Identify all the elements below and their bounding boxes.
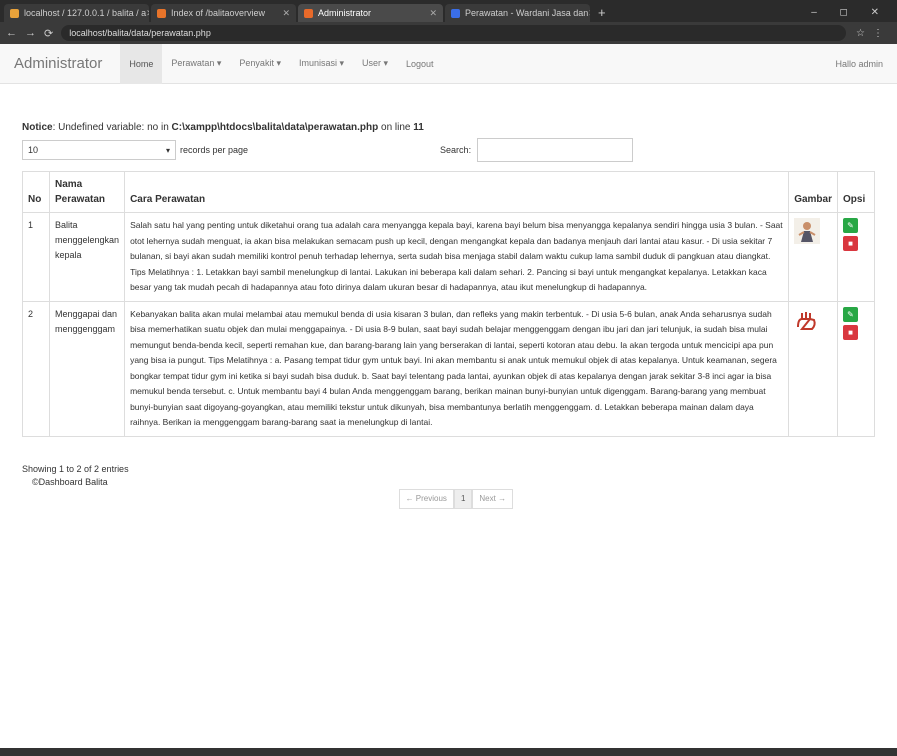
tab-favicon-icon (304, 8, 313, 18)
table-controls: 10 ▾ records per page Search: (22, 137, 875, 163)
cell-nama: Balita menggelengkan kepala (48, 212, 126, 302)
tab-close-icon[interactable]: ✕ (429, 8, 437, 19)
search-input[interactable] (477, 138, 634, 162)
nav-home[interactable]: Home (120, 43, 163, 84)
notice-line: 11 (413, 122, 424, 133)
cell-gambar (788, 212, 838, 302)
url-input[interactable]: localhost/balita/data/perawatan.php (61, 25, 847, 41)
browser-tab[interactable]: Index of /balitaoverview ✕ (151, 4, 296, 22)
perawatan-table: No Nama Perawatan Cara Perawatan Gambar … (22, 171, 875, 437)
cell-cara: Kebanyakan balita akan mulai melambai at… (124, 300, 790, 437)
col-opsi[interactable]: Opsi (837, 171, 875, 213)
nav-user[interactable]: User ▾ (353, 44, 397, 84)
delete-button[interactable]: ■ (843, 324, 858, 340)
records-per-page-value: 10 (28, 145, 39, 155)
showing-entries: Showing 1 to 2 of 2 entries (22, 463, 129, 474)
table-row: 1 Balita menggelengkan kepala Salah satu… (22, 212, 875, 302)
new-tab-button[interactable]: + (592, 4, 612, 22)
trash-icon: ■ (848, 239, 853, 248)
col-cara[interactable]: Cara Perawatan (124, 171, 790, 213)
brand[interactable]: Administrator (14, 55, 102, 72)
window-controls[interactable]: – ◻ ✕ (803, 4, 897, 22)
records-per-page-select[interactable]: 10 ▾ (22, 140, 176, 160)
table-info: Showing 1 to 2 of 2 entries ©Dashboard B… (22, 463, 129, 509)
notice-path: C:\xampp\htdocs\balita\data\perawatan.ph… (171, 122, 379, 133)
tab-title: Perawatan - Wardani Jasa dan (465, 8, 589, 18)
nav-imunisasi[interactable]: Imunisasi ▾ (290, 44, 353, 84)
app-navbar: Administrator Home Perawatan ▾ Penyakit … (0, 43, 897, 84)
cell-cara: Salah satu hal yang penting untuk diketa… (124, 212, 790, 302)
forward-icon[interactable]: → (25, 27, 36, 39)
php-notice: Notice: Undefined variable: no in C:\xam… (22, 122, 875, 133)
notice-line-text: on line (378, 122, 414, 133)
nav-penyakit[interactable]: Penyakit ▾ (230, 44, 290, 84)
cell-no: 2 (22, 300, 50, 437)
tab-favicon-icon (451, 8, 460, 18)
pencil-icon: ✎ (847, 309, 854, 319)
chevron-down-icon: ▾ (165, 145, 170, 155)
cell-gambar (788, 300, 838, 437)
taskbar (0, 748, 897, 756)
main-content: Notice: Undefined variable: no in C:\xam… (0, 122, 897, 509)
notice-label: Notice (22, 122, 53, 133)
delete-button[interactable]: ■ (843, 236, 858, 251)
col-gambar[interactable]: Gambar (788, 171, 838, 213)
tab-title: Administrator (318, 8, 372, 18)
hand-image (794, 306, 821, 333)
browser-tab[interactable]: localhost / 127.0.0.1 / balita / a ✕ (4, 4, 149, 22)
pencil-icon: ✎ (847, 221, 854, 230)
records-per-page-label: records per page (180, 145, 249, 155)
prev-page-button[interactable]: ← Previous (398, 488, 454, 509)
tab-favicon-icon (10, 8, 19, 18)
tab-close-icon[interactable]: ✕ (282, 8, 290, 19)
extensions-icon[interactable]: ☆⋮ (856, 28, 891, 39)
tab-close-icon[interactable]: ✕ (588, 8, 590, 19)
url-text: localhost/balita/data/perawatan.php (69, 28, 211, 38)
trash-icon: ■ (848, 327, 853, 337)
nav-logout[interactable]: Logout (397, 44, 443, 84)
cell-no: 1 (22, 212, 50, 302)
dashboard-credit: ©Dashboard Balita (32, 476, 108, 487)
baby-image (794, 218, 821, 244)
browser-tab-active[interactable]: Administrator ✕ (298, 4, 443, 22)
cell-opsi: ✎ ■ (837, 300, 875, 437)
browser-tab[interactable]: Perawatan - Wardani Jasa dan ✕ (445, 4, 590, 22)
tab-title: localhost / 127.0.0.1 / balita / a (24, 8, 147, 18)
table-row: 2 Menggapai dan menggenggam Kebanyakan b… (22, 300, 875, 437)
edit-button[interactable]: ✎ (843, 306, 858, 322)
pagination: ← Previous 1 Next → (398, 488, 514, 509)
tab-title: Index of /balitaoverview (171, 8, 266, 18)
page-1-button[interactable]: 1 (453, 488, 473, 509)
nav-perawatan[interactable]: Perawatan ▾ (162, 44, 230, 84)
table-header-row: No Nama Perawatan Cara Perawatan Gambar … (22, 171, 875, 213)
tab-favicon-icon (157, 8, 166, 18)
col-nama[interactable]: Nama Perawatan (48, 171, 126, 213)
table-footer: Showing 1 to 2 of 2 entries ©Dashboard B… (22, 463, 875, 509)
tab-close-icon[interactable]: ✕ (146, 8, 149, 19)
back-icon[interactable]: ← (6, 27, 17, 39)
browser-tab-bar: localhost / 127.0.0.1 / balita / a ✕ Ind… (0, 0, 897, 22)
notice-text: : Undefined variable: no in (52, 122, 172, 133)
browser-address-bar: ← → ⟳ localhost/balita/data/perawatan.ph… (0, 22, 897, 44)
search-label: Search: (440, 145, 472, 155)
greeting: Hallo admin (835, 58, 883, 69)
next-page-button[interactable]: Next → (472, 488, 514, 509)
cell-opsi: ✎ ■ (837, 212, 875, 302)
reload-icon[interactable]: ⟳ (44, 27, 53, 40)
col-no[interactable]: No (22, 171, 50, 213)
cell-nama: Menggapai dan menggenggam (48, 300, 126, 437)
edit-button[interactable]: ✎ (843, 218, 858, 233)
